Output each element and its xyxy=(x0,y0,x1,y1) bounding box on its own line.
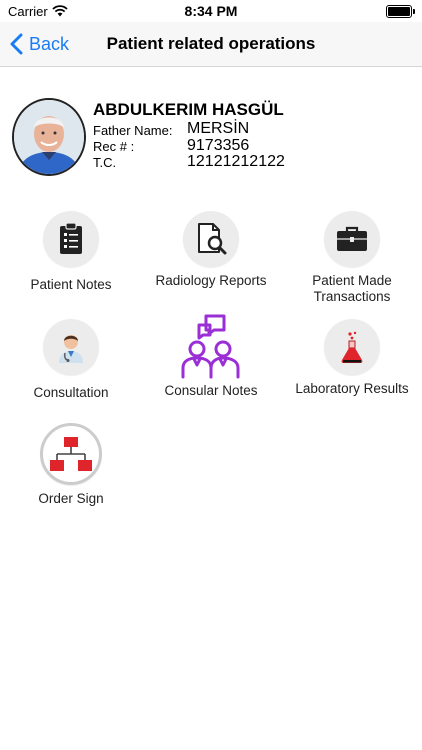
record-number-label: Rec # : xyxy=(93,139,135,154)
briefcase-icon xyxy=(324,211,380,267)
tile-label: Patient Made Transactions xyxy=(312,273,392,304)
flask-icon xyxy=(324,319,380,375)
tile-label: Radiology Reports xyxy=(155,273,267,288)
consular-chat-icon xyxy=(178,313,244,379)
patient-name: ABDULKERIM HASGÜL xyxy=(93,100,284,119)
status-bar: Carrier 8:34 PM xyxy=(0,0,422,22)
page-title: Patient related operations xyxy=(106,34,316,53)
tile-label: Consular Notes xyxy=(164,383,258,398)
tile-radiology-reports[interactable]: Radiology Reports xyxy=(146,211,276,289)
doctor-icon xyxy=(43,319,99,375)
tile-label: Order Sign xyxy=(38,491,104,506)
tile-patient-notes[interactable]: Patient Notes xyxy=(6,211,136,293)
father-name-value: MERSİN xyxy=(187,120,250,137)
tile-label: Patient Notes xyxy=(30,277,112,292)
navigation-bar: Back Patient related operations xyxy=(0,22,422,67)
clipboard-icon xyxy=(43,211,99,267)
tile-consultation[interactable]: Consultation xyxy=(6,319,136,401)
tc-label: T.C. xyxy=(93,155,117,170)
tile-consular-notes[interactable]: Consular Notes xyxy=(146,313,276,399)
patient-avatar xyxy=(12,98,86,176)
tc-value: 12121212122 xyxy=(187,153,285,170)
tile-order-sign[interactable]: Order Sign xyxy=(6,423,136,507)
org-chart-icon xyxy=(40,423,102,485)
battery-icon xyxy=(386,5,415,18)
status-time: 8:34 PM xyxy=(184,3,238,19)
father-name-label: Father Name: xyxy=(93,123,173,138)
tile-label: Laboratory Results xyxy=(295,381,409,396)
tile-patient-made-transactions[interactable]: Patient Made Transactions xyxy=(287,211,417,305)
tile-laboratory-results[interactable]: Laboratory Results xyxy=(287,319,417,397)
radiology-report-icon xyxy=(183,211,239,267)
tile-label: Consultation xyxy=(33,385,109,400)
